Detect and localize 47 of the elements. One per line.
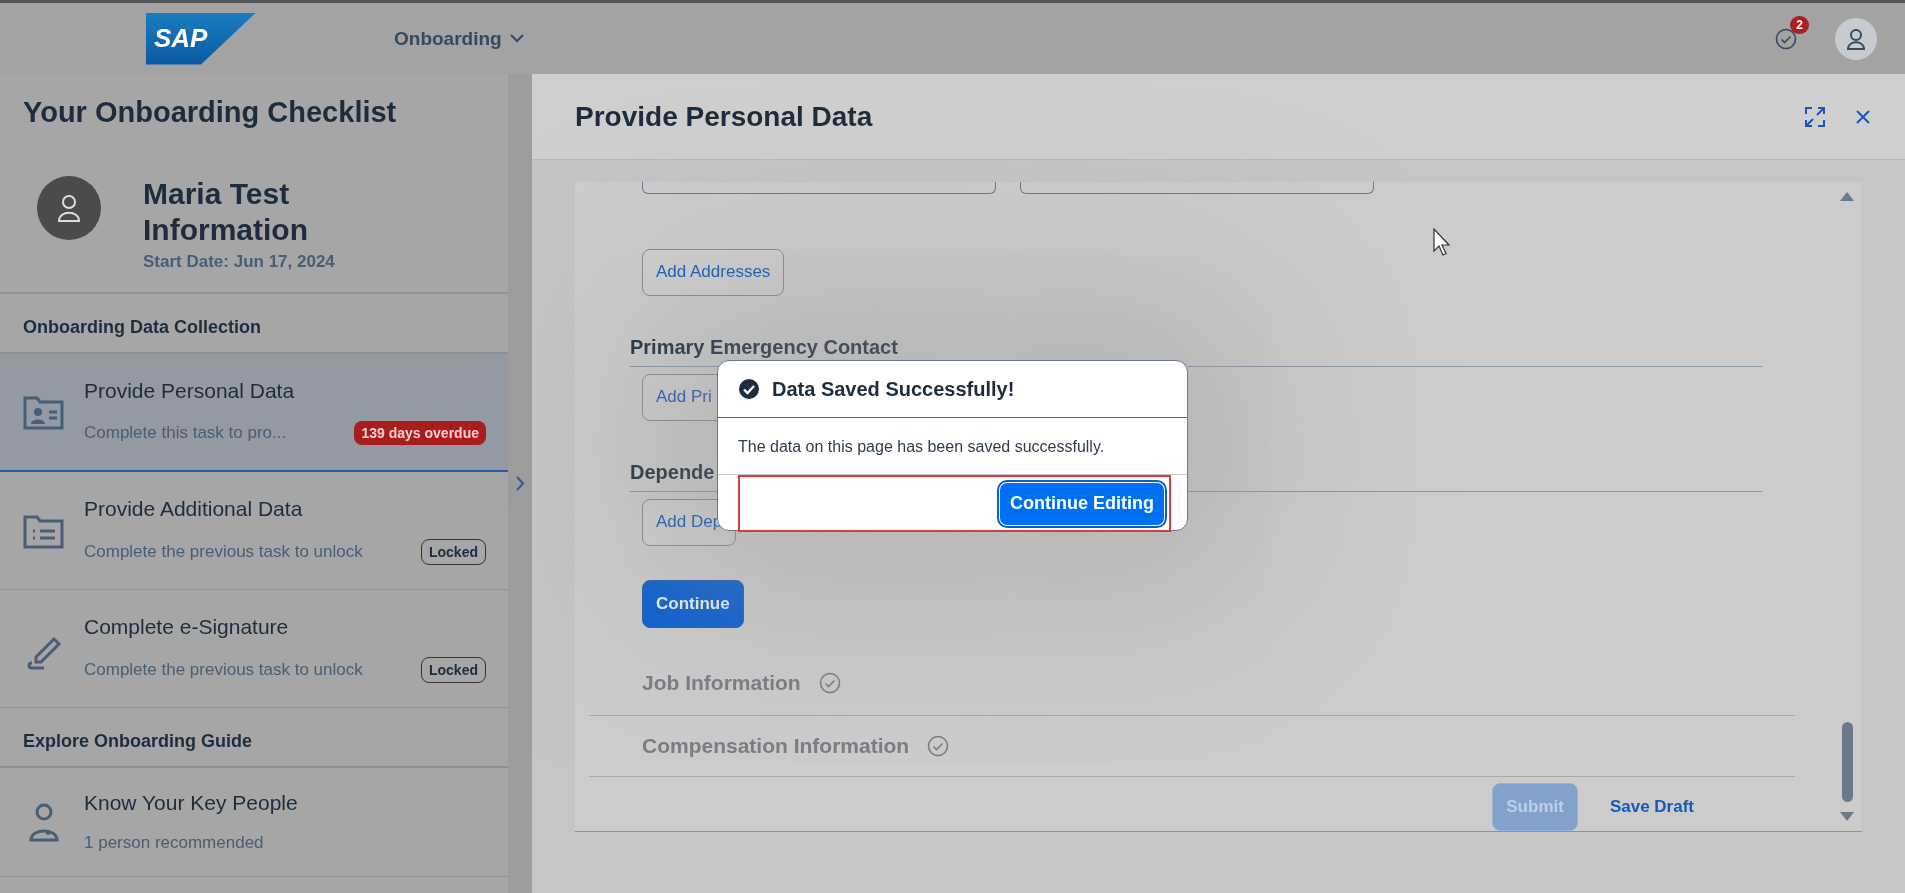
add-button[interactable]: Add Addresses	[642, 249, 785, 296]
section-title[interactable]: Job Information	[642, 670, 801, 695]
input-field[interactable]	[642, 182, 996, 194]
sidebar-title: Your Onboarding Checklist	[22, 95, 398, 130]
dialog-title: Data Saved Successfully!	[772, 377, 1015, 401]
status-badge: Locked	[421, 656, 486, 683]
scroll-up-icon	[1840, 192, 1854, 201]
item-subtitle: 1 person recommended	[84, 833, 264, 853]
item-subtitle: Complete the previous task to unlock	[84, 659, 363, 680]
chevron-right-icon	[515, 476, 525, 491]
check-circle-icon	[818, 671, 841, 694]
check-circle-icon	[738, 378, 760, 400]
expand-button[interactable]	[515, 476, 525, 491]
item-title: Provide Personal Data	[84, 379, 296, 403]
checklist-item[interactable]: Provide Additional Data Complete the previous task to unlock Locked	[0, 472, 508, 590]
input-field[interactable]	[1020, 182, 1374, 194]
item-title: Complete e-Signature	[84, 614, 290, 639]
item-title: Provide Additional Data	[84, 496, 304, 521]
profile-name: Maria Test Information	[143, 176, 309, 248]
notifications-button[interactable]: 2	[1761, 13, 1811, 64]
status-badge: Locked	[421, 538, 486, 565]
expand-icon	[1805, 106, 1825, 127]
page-title: Provide Personal Data	[575, 100, 874, 133]
app-menu[interactable]: Onboarding	[388, 26, 530, 51]
person-icon	[1846, 27, 1866, 50]
continue-editing-button[interactable]: Continue Editing	[1000, 482, 1164, 525]
chevron-down-icon	[509, 34, 524, 43]
item-subtitle: Complete this task to pro...	[84, 423, 287, 443]
scroll-down-icon	[1840, 812, 1854, 821]
checklist-item[interactable]: Provide Personal Data Complete this task to pro... 139 days overdue	[0, 354, 508, 472]
check-circle-icon	[927, 735, 950, 758]
item-title: Know Your Key People	[84, 791, 299, 815]
start-date: Start Date: Jun 17, 2024	[143, 252, 336, 272]
continue-button[interactable]: Continue	[642, 579, 744, 628]
scrollbar-thumb[interactable]	[1841, 722, 1853, 802]
logo: SAP	[146, 12, 256, 65]
dialog-message: The data on this page has been saved successfully.	[718, 418, 1187, 475]
item-subtitle: Complete the previous task to unlock	[84, 541, 363, 562]
notification-count: 2	[1790, 15, 1809, 34]
section-title[interactable]: Compensation Information	[642, 734, 910, 759]
mouse-pointer-icon	[1433, 228, 1451, 256]
user-avatar[interactable]	[1835, 17, 1877, 60]
check-circle-icon	[1775, 27, 1797, 50]
person-icon	[57, 194, 81, 222]
close-icon	[1855, 108, 1871, 125]
save-draft-link[interactable]: Save Draft	[1603, 796, 1700, 818]
status-badge: 139 days overdue	[354, 421, 486, 445]
